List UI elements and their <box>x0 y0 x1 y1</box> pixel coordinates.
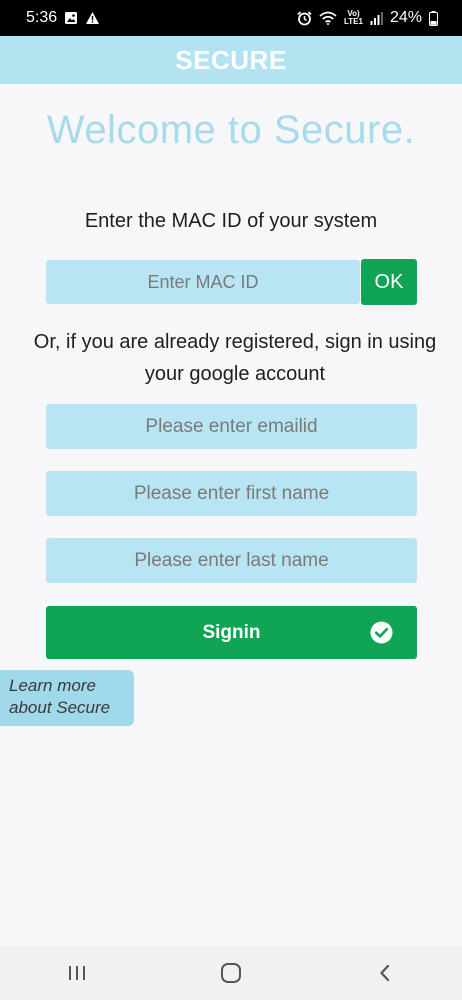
last-name-input[interactable] <box>46 538 417 583</box>
welcome-heading: Welcome to Secure. <box>46 108 416 152</box>
navigation-bar <box>0 946 462 1000</box>
learn-more-line2: about Secure <box>9 698 111 717</box>
network-type-label: Vo) LTE1 <box>344 10 363 26</box>
network-label-bottom: LTE1 <box>344 17 363 26</box>
wifi-icon <box>319 11 337 25</box>
app-bar: SECURE <box>0 36 462 84</box>
learn-more-line1: Learn more <box>9 676 96 695</box>
ok-button[interactable]: OK <box>361 259 417 305</box>
app-title: SECURE <box>175 44 287 75</box>
recent-apps-icon <box>69 966 85 980</box>
battery-percent: 24% <box>389 9 422 26</box>
email-input[interactable] <box>46 404 417 449</box>
signin-instructions: Or, if you are already registered, sign … <box>33 331 437 385</box>
battery-icon <box>429 10 438 26</box>
back-icon <box>380 964 390 982</box>
ok-button-label: OK <box>374 270 404 293</box>
status-time: 5:36 <box>26 9 58 26</box>
image-icon <box>64 11 78 25</box>
mac-prompt: Enter the MAC ID of your system <box>84 210 378 232</box>
mac-id-input[interactable] <box>46 260 360 304</box>
back-button[interactable] <box>355 946 415 1000</box>
alarm-icon <box>297 10 312 26</box>
status-left: 5:36 <box>26 9 100 27</box>
home-button[interactable] <box>201 946 261 1000</box>
home-icon <box>221 963 241 983</box>
status-bar: 5:36 Vo) LTE1 24% <box>0 0 462 36</box>
warning-icon <box>85 11 100 25</box>
first-name-input[interactable] <box>46 471 417 516</box>
learn-more-button[interactable]: Learn more about Secure <box>0 670 134 726</box>
recent-apps-button[interactable] <box>47 946 107 1000</box>
check-circle-icon <box>370 621 393 644</box>
signal-icon <box>370 11 383 25</box>
signin-button[interactable]: Signin <box>46 606 417 659</box>
status-right: Vo) LTE1 24% <box>297 9 438 27</box>
signin-button-label: Signin <box>202 621 261 643</box>
